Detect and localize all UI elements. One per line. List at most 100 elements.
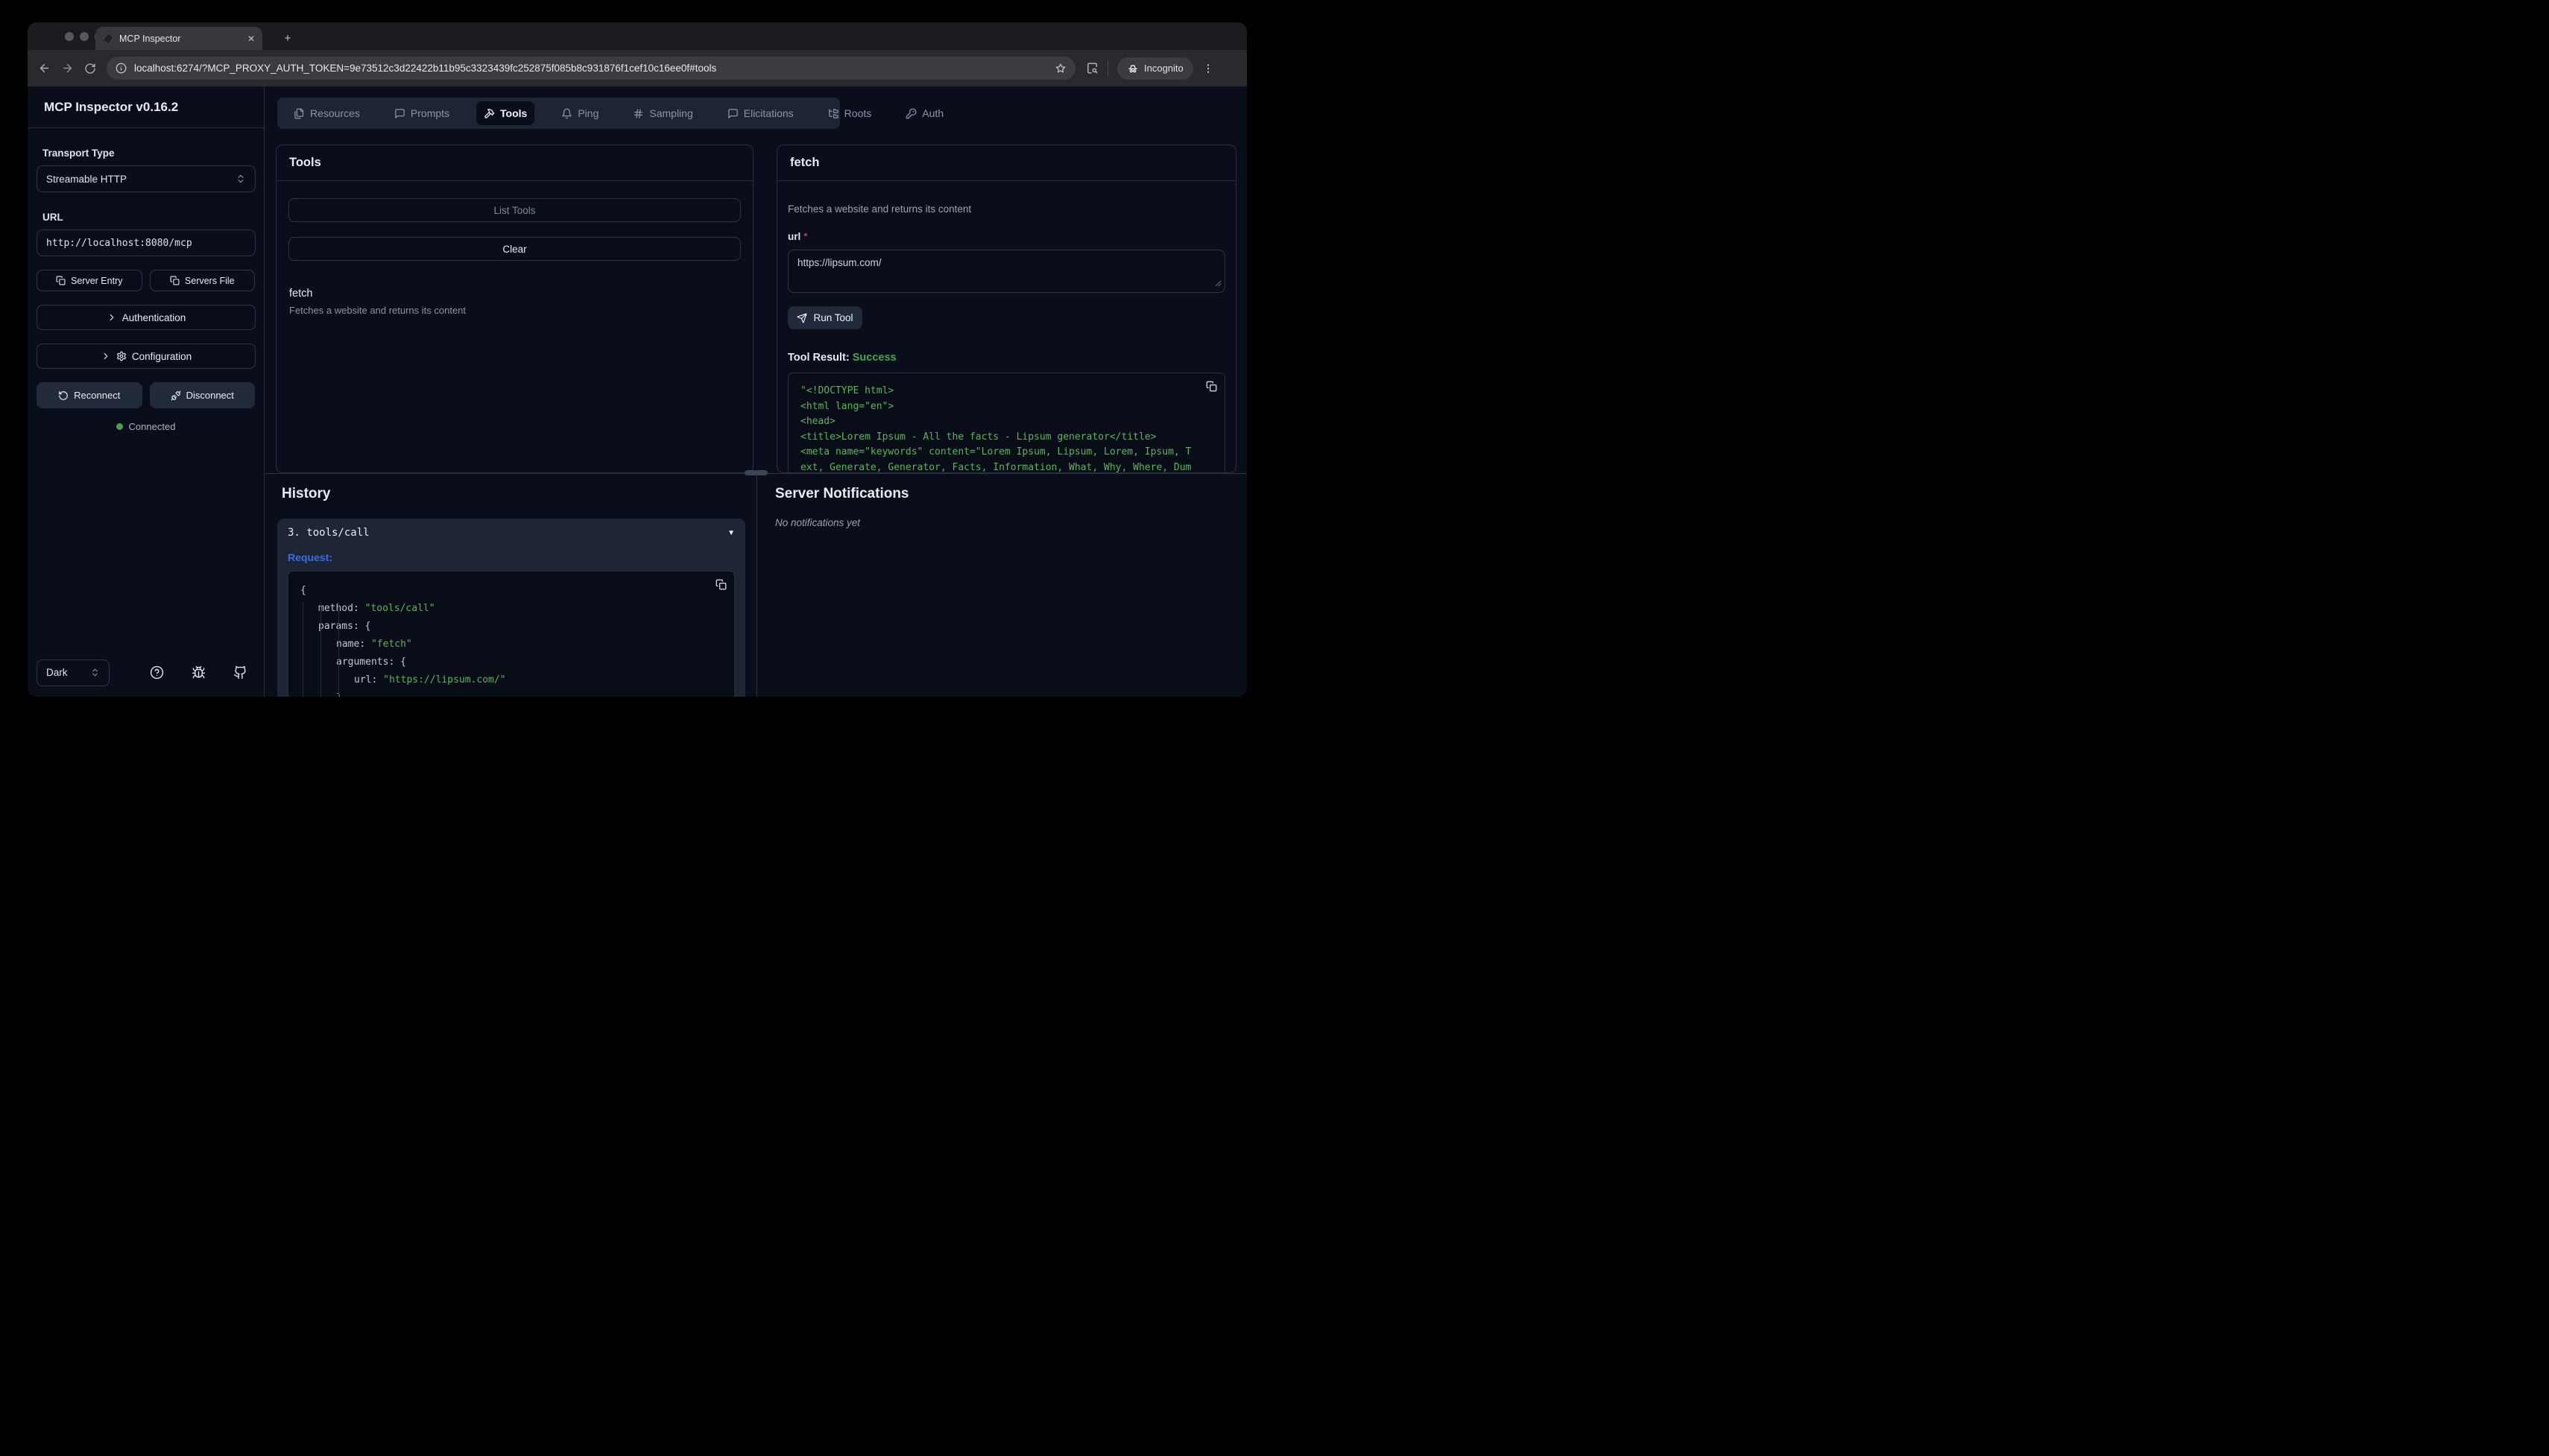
site-info-icon[interactable] [116, 63, 127, 74]
copy-icon[interactable] [716, 579, 727, 590]
run-tool-label: Run Tool [813, 312, 853, 323]
theme-select[interactable]: Dark [37, 659, 110, 686]
forward-icon[interactable] [61, 62, 74, 75]
history-title: History [282, 486, 330, 502]
tab-sampling[interactable]: Sampling [625, 101, 700, 125]
tab-label: Tools [500, 107, 527, 119]
chevrons-up-down-icon [236, 174, 246, 184]
incognito-icon [1127, 63, 1139, 75]
tool-result-block: "<!DOCTYPE html> <html lang="en"> <head>… [788, 373, 1225, 473]
window-close-dot[interactable] [65, 32, 74, 41]
tool-list-item[interactable]: fetch Fetches a website and returns its … [277, 261, 753, 316]
connection-status: Connected [37, 421, 255, 432]
reconnect-label: Reconnect [74, 390, 120, 401]
tools-panel: Tools List Tools Clear fetch Fetches a w… [276, 145, 754, 473]
tool-description: Fetches a website and returns its conten… [289, 305, 740, 316]
collapse-caret-icon[interactable]: ▼ [727, 529, 735, 537]
bookmark-star-icon[interactable] [1055, 63, 1067, 75]
tab-auth[interactable]: Auth [898, 101, 951, 125]
run-tool-button[interactable]: Run Tool [788, 306, 862, 329]
servers-file-button[interactable]: Servers File [150, 270, 256, 291]
reload-icon[interactable] [84, 63, 96, 75]
history-entry-label: 3. tools/call [288, 527, 370, 539]
toolbar-right: Incognito [1086, 57, 1214, 80]
sidebar: MCP Inspector v0.16.2 Transport Type Str… [28, 86, 265, 697]
tool-name: fetch [289, 288, 740, 300]
chevrons-up-down-icon [90, 668, 100, 677]
notifications-empty-text: No notifications yet [775, 517, 860, 528]
screen: MCP Inspector ✕ + localhost:6274/?MCP_PR… [0, 0, 1274, 728]
sidebar-header: MCP Inspector v0.16.2 [28, 86, 264, 128]
app-title: MCP Inspector v0.16.2 [44, 100, 178, 115]
github-icon[interactable] [233, 665, 247, 680]
hammer-icon [484, 108, 495, 119]
configuration-button[interactable]: Configuration [37, 344, 256, 369]
tab-label: Ping [578, 107, 598, 119]
server-entry-label: Server Entry [71, 276, 122, 286]
tab-prompts[interactable]: Prompts [387, 101, 457, 125]
list-tools-button[interactable]: List Tools [288, 198, 741, 222]
help-icon[interactable] [150, 665, 164, 680]
request-code: {method: "tools/call"params: {name: "fet… [300, 582, 722, 697]
transport-type-select[interactable]: Streamable HTTP [37, 165, 256, 192]
detail-panel-header: fetch [777, 145, 1236, 181]
url-label: URL [42, 212, 255, 223]
tab-search-icon[interactable] [1086, 62, 1099, 75]
url-bar[interactable]: localhost:6274/?MCP_PROXY_AUTH_TOKEN=9e7… [107, 57, 1075, 80]
browser-window: MCP Inspector ✕ + localhost:6274/?MCP_PR… [28, 22, 1247, 697]
tab-resources[interactable]: Resources [286, 101, 367, 125]
message-square-icon [394, 108, 405, 119]
param-name: url [788, 231, 800, 242]
tab-elicitations[interactable]: Elicitations [720, 101, 801, 125]
tool-detail-panel: fetch Fetches a website and returns its … [777, 145, 1236, 473]
hash-icon [633, 108, 644, 119]
gear-icon [116, 351, 127, 361]
chevron-right-icon [101, 351, 111, 361]
send-icon [797, 313, 807, 323]
new-tab-button[interactable]: + [278, 28, 297, 48]
tab-roots[interactable]: Roots [821, 101, 879, 125]
required-asterisk: * [803, 231, 807, 242]
tools-panel-header: Tools [277, 145, 753, 181]
key-icon [906, 108, 917, 119]
history-entry-header[interactable]: 3. tools/call ▼ [277, 519, 745, 547]
bell-icon [561, 108, 572, 119]
configuration-label: Configuration [132, 351, 192, 362]
bug-icon[interactable] [192, 665, 206, 680]
param-url-value: https://lipsum.com/ [797, 257, 882, 268]
server-entry-button[interactable]: Server Entry [37, 270, 142, 291]
server-url-input[interactable]: http://localhost:8080/mcp [37, 230, 256, 256]
clear-button[interactable]: Clear [288, 237, 741, 261]
browser-menu-icon[interactable] [1202, 63, 1214, 75]
tab-label: Prompts [411, 107, 449, 119]
back-icon[interactable] [38, 62, 51, 75]
detail-tool-name: fetch [790, 156, 819, 170]
status-dot [116, 423, 123, 430]
tab-label: Auth [922, 107, 944, 119]
folder-tree-icon [828, 108, 839, 119]
transport-type-label: Transport Type [42, 148, 255, 159]
param-url-textarea[interactable]: https://lipsum.com/ [788, 250, 1225, 293]
status-text: Connected [129, 421, 176, 432]
tool-result-label: Tool Result: [788, 352, 850, 364]
copy-icon[interactable] [1206, 381, 1217, 392]
tab-label: Elicitations [744, 107, 794, 119]
url-text[interactable]: localhost:6274/?MCP_PROXY_AUTH_TOKEN=9e7… [134, 63, 1047, 74]
disconnect-button[interactable]: Disconnect [150, 382, 256, 408]
tab-ping[interactable]: Ping [554, 101, 606, 125]
copy-icon [170, 276, 180, 285]
window-minimize-dot[interactable] [80, 32, 89, 41]
feature-tabs: Resources Prompts Tools Ping [277, 98, 840, 129]
authentication-button[interactable]: Authentication [37, 305, 256, 330]
mcp-favicon-icon [103, 34, 113, 44]
tab-tools[interactable]: Tools [476, 101, 534, 125]
unplug-icon [171, 390, 181, 401]
browser-tab[interactable]: MCP Inspector ✕ [95, 27, 262, 50]
reconnect-button[interactable]: Reconnect [37, 382, 142, 408]
resize-handle-icon[interactable] [1215, 278, 1222, 289]
page-content: MCP Inspector v0.16.2 Transport Type Str… [28, 86, 1247, 697]
tab-close-icon[interactable]: ✕ [247, 34, 255, 44]
authentication-label: Authentication [122, 312, 186, 323]
chevron-right-icon [107, 312, 117, 323]
theme-value: Dark [46, 667, 68, 678]
